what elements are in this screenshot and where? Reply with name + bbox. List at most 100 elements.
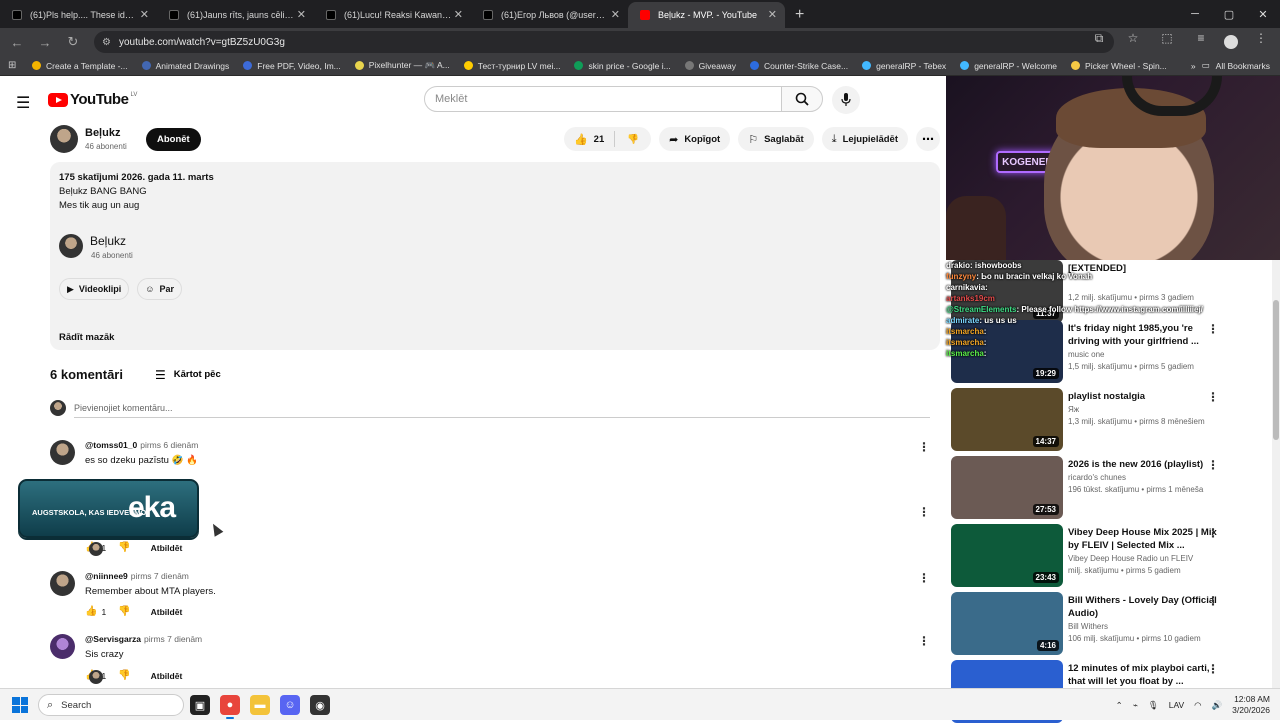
- bookmark-item[interactable]: Picker Wheel - Spin...: [1071, 61, 1167, 71]
- browser-tab-1[interactable]: (61)Pls help.... These ideas made✕: [0, 2, 157, 28]
- bookmark-item[interactable]: generalRP - Welcome: [960, 61, 1057, 71]
- video-channel[interactable]: Bill Withers: [1068, 622, 1108, 631]
- browser-tab-2[interactable]: (61)Jauns rīts, jauns cēliens!@M✕: [157, 2, 314, 28]
- network-icon[interactable]: ⌁: [1133, 700, 1138, 711]
- share-button[interactable]: ➦ Kopīgot: [659, 127, 731, 151]
- apps-grid-icon[interactable]: ⊞: [8, 60, 22, 71]
- bookmark-item[interactable]: Giveaway: [684, 61, 736, 71]
- comment-menu-icon[interactable]: ⋮: [918, 571, 930, 585]
- task-view-icon[interactable]: ▣: [190, 695, 210, 715]
- cast-icon[interactable]: ⧉: [1088, 31, 1110, 49]
- comment-author[interactable]: @tomss01_0 pirms 6 dienām: [85, 440, 198, 450]
- search-input[interactable]: Meklēt: [424, 86, 782, 112]
- app-icon[interactable]: ◉: [310, 695, 330, 715]
- video-menu-icon[interactable]: ⋮: [1207, 390, 1219, 404]
- hamburger-menu-icon[interactable]: ☰: [16, 93, 30, 113]
- close-icon[interactable]: ✕: [611, 8, 620, 21]
- reply-button[interactable]: Atbildēt: [151, 607, 183, 617]
- windows-start-icon[interactable]: [12, 697, 28, 713]
- video-menu-icon[interactable]: ⋮: [1207, 322, 1219, 336]
- microphone-icon[interactable]: 🎙: [1148, 700, 1159, 711]
- address-bar[interactable]: ⚙ youtube.com/watch?v=gtBZ5zU0G3g: [94, 31, 1114, 53]
- sort-button[interactable]: ☰ Kārtot pēc: [155, 368, 221, 382]
- back-icon[interactable]: ←: [6, 31, 28, 53]
- close-icon[interactable]: ✕: [454, 8, 463, 21]
- video-channel[interactable]: Vibey Deep House Radio un FLEIV: [1068, 554, 1193, 563]
- search-button[interactable]: [781, 86, 823, 112]
- video-thumbnail[interactable]: 23:43: [951, 524, 1063, 587]
- like-button[interactable]: 👍 21: [564, 131, 616, 147]
- recommended-video[interactable]: 27:53 2026 is the new 2016 (playlist) ri…: [951, 456, 1271, 520]
- video-title[interactable]: playlist nostalgia: [1068, 390, 1218, 403]
- commenter-avatar[interactable]: [50, 571, 75, 596]
- new-tab-button[interactable]: +: [785, 2, 814, 28]
- bookmark-item[interactable]: skin price - Google i...: [574, 61, 671, 71]
- clock[interactable]: 12:08 AM 3/20/2026: [1232, 694, 1270, 716]
- maximize-icon[interactable]: ▢: [1212, 0, 1246, 28]
- video-thumbnail[interactable]: 4:16: [951, 592, 1063, 655]
- discord-icon[interactable]: ☺: [280, 695, 300, 715]
- close-icon[interactable]: ✕: [297, 8, 306, 21]
- chrome-icon[interactable]: ●: [220, 695, 240, 719]
- reply-button[interactable]: Atbildēt: [151, 671, 183, 681]
- save-button[interactable]: ⚐ Saglabāt: [738, 127, 814, 151]
- chevron-up-icon[interactable]: ⌃: [1116, 700, 1123, 711]
- youtube-logo[interactable]: YouTube LV: [48, 91, 137, 108]
- video-menu-icon[interactable]: ⋮: [1207, 458, 1219, 472]
- download-button[interactable]: ⤓ Lejupielādēt: [821, 127, 908, 151]
- recommended-video[interactable]: 4:16 Bill Withers - Lovely Day (Official…: [951, 592, 1271, 656]
- video-title[interactable]: Bill Withers - Lovely Day (Official Audi…: [1068, 594, 1218, 620]
- video-title[interactable]: It's friday night 1985,you 're driving w…: [1068, 322, 1218, 348]
- bookmark-star-icon[interactable]: ☆: [1122, 31, 1144, 49]
- wifi-icon[interactable]: ◠: [1194, 700, 1201, 711]
- add-comment-input[interactable]: Pievienojiet komentāru...: [74, 403, 173, 413]
- video-menu-icon[interactable]: ⋮: [1207, 594, 1219, 608]
- commenter-avatar[interactable]: [50, 440, 75, 465]
- video-title[interactable]: 2026 is the new 2016 (playlist): [1068, 458, 1218, 471]
- comment-author[interactable]: @Servisgarza pirms 7 dienām: [85, 634, 202, 644]
- show-less-link[interactable]: Rādīt mazāk: [59, 332, 114, 343]
- bookmark-item[interactable]: Animated Drawings: [141, 61, 229, 71]
- all-bookmarks[interactable]: » ▭ All Bookmarks: [1191, 60, 1270, 71]
- commenter-avatar[interactable]: [50, 634, 75, 659]
- thumbs-down-icon[interactable]: 👎: [118, 542, 130, 553]
- minimize-icon[interactable]: ─: [1178, 0, 1212, 28]
- forward-icon[interactable]: →: [34, 31, 56, 53]
- close-icon[interactable]: ✕: [768, 8, 777, 21]
- thumbs-up-icon[interactable]: 👍: [85, 606, 97, 617]
- close-window-icon[interactable]: ✕: [1246, 0, 1280, 28]
- about-button[interactable]: ☺ Par: [137, 278, 182, 300]
- recommended-video[interactable]: 23:43 Vibey Deep House Mix 2025 | Mix by…: [951, 524, 1271, 588]
- video-menu-icon[interactable]: ⋮: [1207, 526, 1219, 540]
- dislike-button[interactable]: 👎: [615, 134, 651, 145]
- video-channel[interactable]: ricardo's chunes: [1068, 473, 1126, 482]
- scrollbar[interactable]: [1272, 260, 1280, 688]
- subscribe-button[interactable]: Abonēt: [146, 128, 201, 151]
- browser-tab-5[interactable]: Beļukz - MVP. - YouTube ✕: [628, 2, 785, 28]
- video-thumbnail[interactable]: 27:53: [951, 456, 1063, 519]
- thumbs-down-icon[interactable]: 👎: [118, 670, 130, 681]
- site-info-icon[interactable]: ⚙: [102, 37, 111, 48]
- profile-avatar[interactable]: [1224, 35, 1238, 49]
- taskbar-search[interactable]: ⌕ Search: [38, 694, 184, 716]
- volume-icon[interactable]: 🔊: [1212, 700, 1223, 711]
- thumbs-down-icon[interactable]: 👎: [118, 606, 130, 617]
- language-indicator[interactable]: LAV: [1169, 700, 1184, 710]
- scrollbar-thumb[interactable]: [1273, 300, 1279, 440]
- bookmark-item[interactable]: Counter-Strike Case...: [750, 61, 848, 71]
- browser-tab-3[interactable]: (61)Lucu! Reaksi Kawan Terhada✕: [314, 2, 471, 28]
- close-icon[interactable]: ✕: [140, 8, 149, 21]
- extensions-icon[interactable]: ⬚: [1156, 31, 1178, 49]
- more-actions-button[interactable]: ⋯: [916, 127, 940, 151]
- bookmark-item[interactable]: Тест-турнир LV mei...: [463, 61, 560, 71]
- bookmark-item[interactable]: Pixelhunter — 🎮 A...: [354, 60, 450, 71]
- video-title[interactable]: 12 minutes of mix playboi carti, that wi…: [1068, 662, 1218, 688]
- menu-icon[interactable]: ⋮: [1250, 31, 1272, 49]
- videos-button[interactable]: ▶ Videoklipi: [59, 278, 130, 300]
- channel-name[interactable]: Beļukz: [85, 127, 120, 139]
- bookmark-item[interactable]: Free PDF, Video, Im...: [243, 61, 341, 71]
- video-channel[interactable]: Яж: [1068, 405, 1079, 414]
- bookmark-item[interactable]: generalRP - Tebex: [862, 61, 946, 71]
- add-comment[interactable]: Pievienojiet komentāru...: [50, 400, 930, 418]
- video-channel[interactable]: music one: [1068, 350, 1104, 359]
